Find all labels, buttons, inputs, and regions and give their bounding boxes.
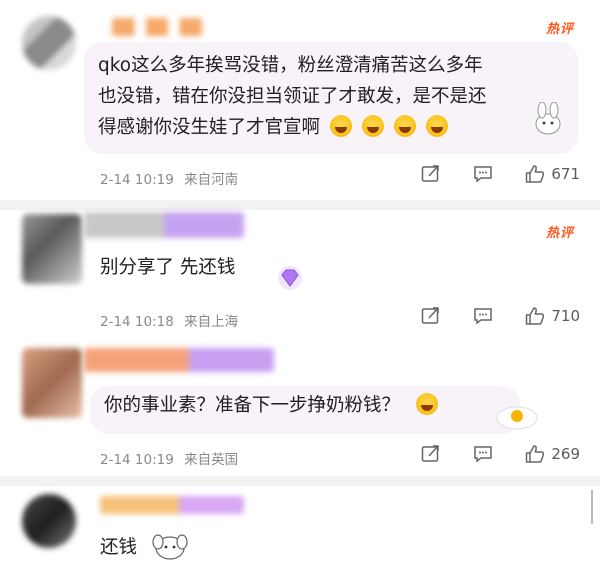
comment-actions: 710 — [389, 307, 580, 325]
like-count: 671 — [551, 165, 580, 183]
hot-badge: 热评 — [545, 226, 574, 241]
comment-text-line: qko这么多年挨骂没错，粉丝澄清痛苦这么多年 — [98, 55, 483, 76]
bunny-sticker-icon — [535, 102, 561, 135]
comment-text-line: 别分享了 先还钱 — [100, 257, 236, 278]
laugh-emoji-icon — [329, 115, 352, 137]
comment-icon[interactable] — [473, 165, 493, 183]
comment-text-line: 得感谢你没生娃了才官宣啊 — [98, 112, 564, 143]
puppy-sticker-icon — [152, 534, 188, 560]
comment-1: 热评 qko这么多年挨骂没错，粉丝澄清痛苦这么多年 也没错，错在你没担当领证了才… — [0, 0, 600, 205]
comment-icon[interactable] — [473, 307, 493, 325]
comment-actions: 269 — [389, 445, 580, 463]
avatar[interactable] — [22, 494, 76, 548]
comment-text-part: 得感谢你没生娃了才官宣啊 — [98, 117, 321, 138]
comment-3: 你的事业素？准备下一步挣奶粉钱？ 2-14 10:19 来自英国 269 — [0, 340, 600, 480]
diamond-badge-icon — [278, 266, 302, 290]
like-icon[interactable] — [525, 165, 545, 183]
comment-meta: 2-14 10:19 来自河南 — [100, 168, 238, 188]
comment-bubble: qko这么多年挨骂没错，粉丝澄清痛苦这么多年 也没错，错在你没担当领证了才敢发，… — [84, 42, 578, 154]
comment-bubble: 你的事业素？准备下一步挣奶粉钱？ — [90, 386, 520, 434]
comment-meta: 2-14 10:18 来自上海 — [100, 310, 238, 330]
username[interactable] — [100, 496, 244, 514]
comment-location: 来自河南 — [184, 172, 239, 188]
like-icon[interactable] — [525, 445, 545, 463]
comment-text: 别分享了 先还钱 — [100, 252, 235, 283]
tongue-emoji-icon — [415, 393, 438, 415]
like-count: 710 — [551, 307, 580, 325]
laugh-emoji-icon — [425, 115, 448, 137]
avatar[interactable] — [22, 214, 82, 284]
comment-text: 还钱 — [100, 532, 137, 563]
share-icon[interactable] — [421, 165, 441, 183]
comment-location: 来自上海 — [184, 314, 239, 330]
comment-icon[interactable] — [473, 445, 493, 463]
comment-actions: 671 — [389, 165, 580, 183]
comment-text-line: 还钱 — [100, 537, 138, 558]
comment-4: 还钱 — [0, 486, 600, 565]
more-indicator-icon — [591, 490, 593, 524]
comment-location: 来自英国 — [184, 452, 239, 468]
hot-badge: 热评 — [545, 22, 574, 37]
comment-meta: 2-14 10:19 来自英国 — [100, 448, 238, 468]
divider — [0, 200, 600, 210]
username[interactable] — [84, 348, 274, 372]
share-icon[interactable] — [421, 307, 441, 325]
laugh-emoji-icon — [361, 115, 384, 137]
comment-time: 2-14 10:19 — [100, 172, 174, 188]
laugh-emoji-icon — [393, 115, 416, 137]
share-icon[interactable] — [421, 445, 441, 463]
comment-text-line: 你的事业素？准备下一步挣奶粉钱？ — [104, 395, 401, 416]
comment-time: 2-14 10:18 — [100, 314, 174, 330]
comment-2: 热评 别分享了 先还钱 2-14 10:18 来自上海 710 — [0, 210, 600, 340]
username[interactable] — [84, 212, 244, 238]
username[interactable] — [112, 18, 202, 36]
comment-time: 2-14 10:19 — [100, 452, 174, 468]
like-icon[interactable] — [525, 307, 545, 325]
avatar[interactable] — [22, 16, 76, 70]
comment-text-line: 也没错，错在你没担当领证了才敢发，是不是还 — [98, 86, 487, 107]
divider — [0, 476, 600, 486]
avatar[interactable] — [22, 348, 82, 418]
fried-egg-sticker-icon — [496, 406, 538, 430]
like-count: 269 — [551, 445, 580, 463]
